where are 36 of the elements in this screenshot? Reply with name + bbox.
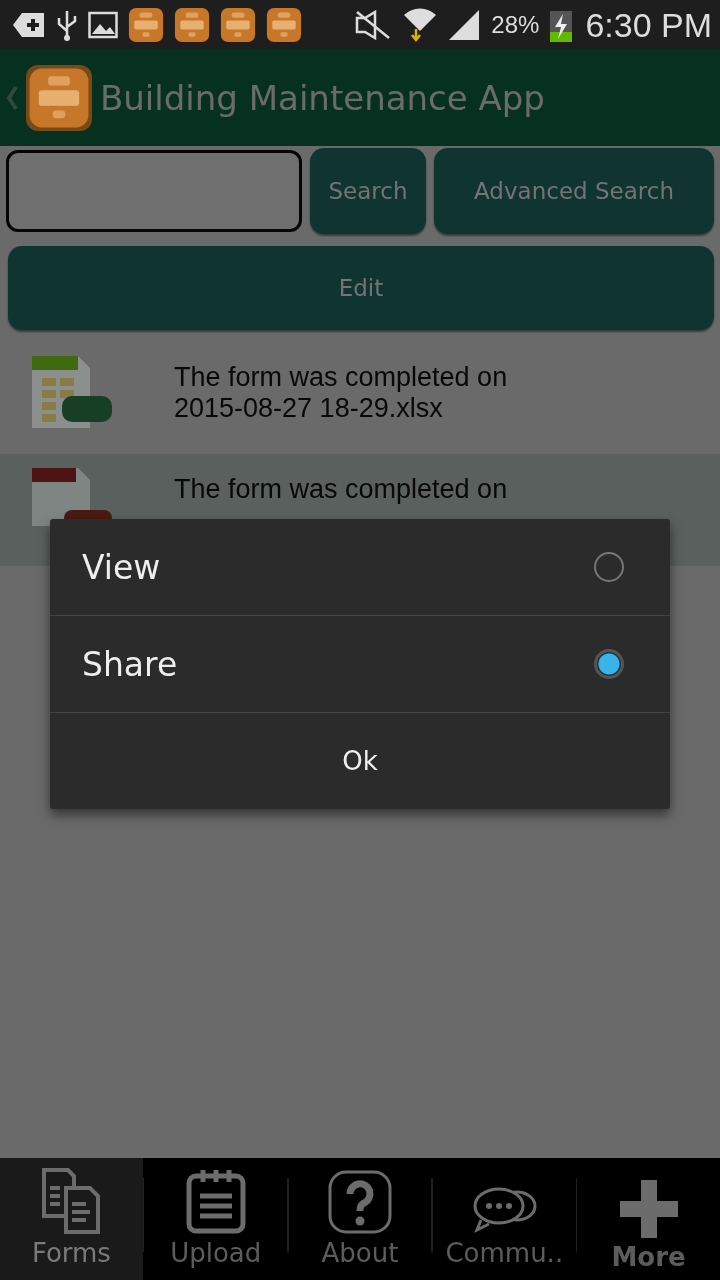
app-icon xyxy=(128,7,164,43)
advanced-search-button[interactable]: Advanced Search xyxy=(434,148,714,234)
file-title: The form was completed on xyxy=(174,474,508,505)
clock-time: 6:30 PM xyxy=(585,5,712,45)
image-icon xyxy=(88,11,118,39)
app-title: Building Maintenance App xyxy=(100,78,545,118)
nav-tab[interactable]: About xyxy=(288,1158,432,1280)
dialog-option[interactable]: View xyxy=(50,519,670,616)
add-notification-icon xyxy=(12,11,46,39)
radio-button[interactable] xyxy=(594,649,624,679)
nav-tab[interactable]: Upload xyxy=(144,1158,288,1280)
file-list-item[interactable]: The form was completed on 2015-08-27 18-29.xlsx xyxy=(0,342,720,454)
nav-tab[interactable]: More xyxy=(577,1158,720,1280)
app-icon xyxy=(174,7,210,43)
option-label: Share xyxy=(82,644,178,684)
search-field[interactable] xyxy=(6,150,302,232)
nav-tab[interactable]: Forms xyxy=(0,1158,143,1280)
wifi-icon xyxy=(403,7,438,43)
nav-tab[interactable]: Commu.. xyxy=(432,1158,576,1280)
radio-button[interactable] xyxy=(594,552,624,582)
spreadsheet-file-icon xyxy=(30,354,114,430)
notepad-icon xyxy=(185,1168,246,1234)
search-button[interactable]: Search xyxy=(310,148,426,234)
app-icon xyxy=(266,7,302,43)
usb-icon xyxy=(56,9,78,41)
app-logo-icon[interactable] xyxy=(26,65,92,131)
help-icon xyxy=(328,1170,392,1234)
battery-percent: 28% xyxy=(491,11,540,39)
edit-button[interactable]: Edit xyxy=(8,246,714,330)
file-name: 2015-08-27 18-29.xlsx xyxy=(174,393,444,424)
plus-icon xyxy=(619,1180,678,1238)
dialog-option[interactable]: Share xyxy=(50,616,670,713)
file-title: The form was completed on xyxy=(174,362,508,393)
signal-icon xyxy=(447,8,482,42)
ok-button[interactable]: Ok xyxy=(50,713,670,809)
app-icon xyxy=(220,7,256,43)
